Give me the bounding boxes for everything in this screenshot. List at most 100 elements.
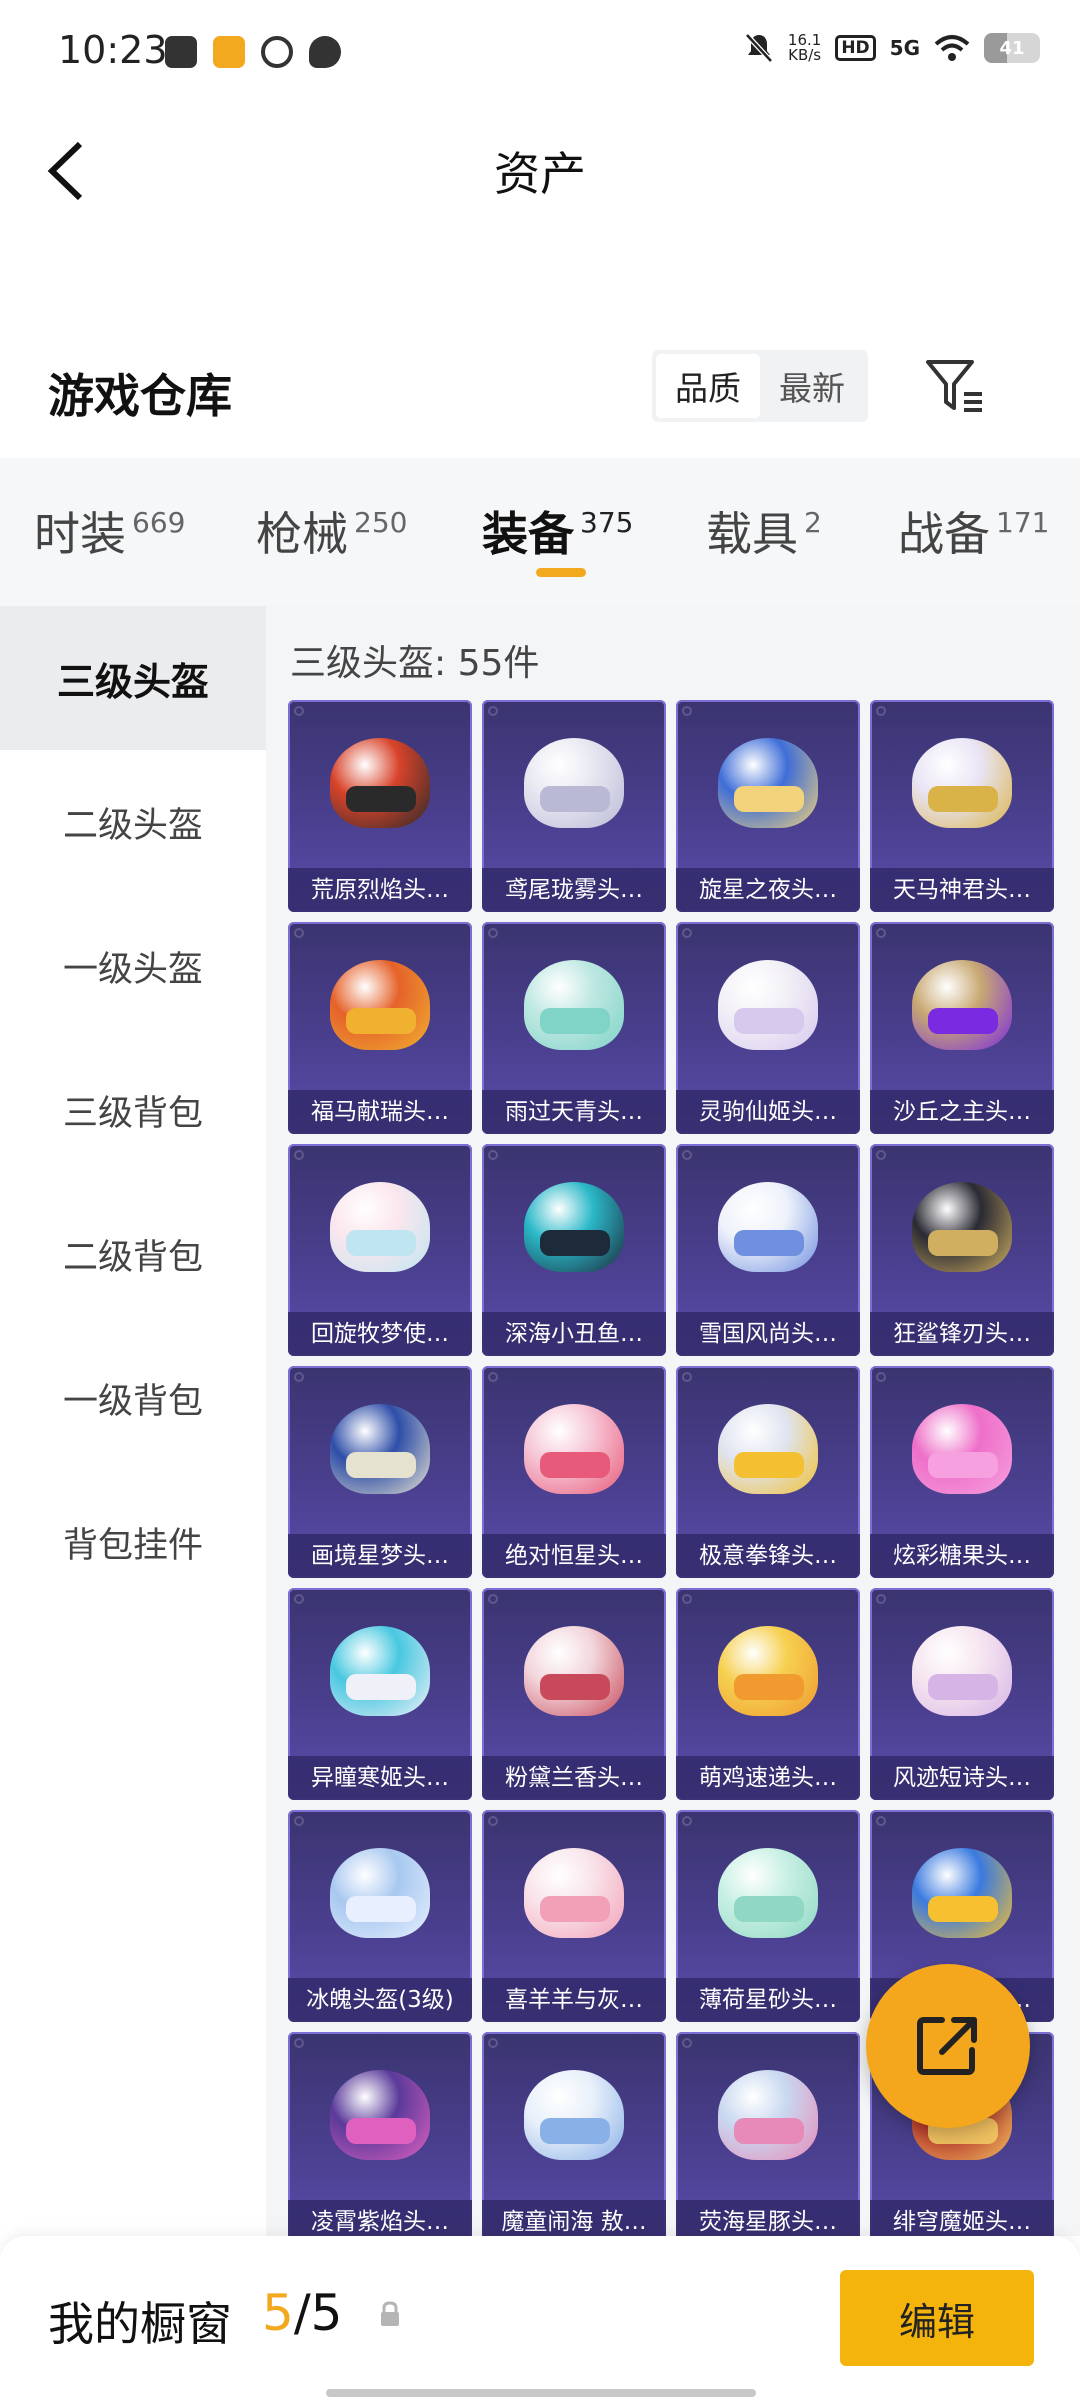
helmet-icon [718, 1404, 818, 1494]
helmet-icon [718, 2070, 818, 2160]
item-card[interactable]: 炫彩糖果头… [870, 1366, 1054, 1578]
tab-vehicles[interactable]: 载具 2 [706, 498, 822, 564]
helmet-icon [718, 1182, 818, 1272]
item-name: 狂鲨锋刃头… [870, 1312, 1054, 1356]
item-name: 冰魄头盔(3级) [288, 1978, 472, 2022]
tab-count: 375 [580, 506, 634, 539]
tab-count: 250 [354, 506, 408, 539]
item-name: 粉黛兰香头… [482, 1756, 666, 1800]
item-card[interactable]: 异瞳寒姬头… [288, 1588, 472, 1800]
sort-newest-option[interactable]: 最新 [760, 354, 864, 418]
item-card[interactable]: 深海小丑鱼… [482, 1144, 666, 1356]
tab-weapons[interactable]: 枪械 250 [256, 498, 407, 564]
item-card[interactable]: 薄荷星砂头… [676, 1810, 860, 2022]
card-corner-decoration [488, 1816, 498, 1826]
item-card[interactable]: 雪国风尚头… [676, 1144, 860, 1356]
tab-count: 171 [996, 506, 1050, 539]
helmet-icon [330, 2070, 430, 2160]
helmet-icon [330, 960, 430, 1050]
tab-supplies[interactable]: 战备 171 [898, 498, 1049, 564]
item-card[interactable]: 画境星梦头… [288, 1366, 472, 1578]
helmet-visor [346, 1230, 416, 1256]
item-card[interactable]: 雨过天青头… [482, 922, 666, 1134]
item-card[interactable]: 风迹短诗头… [870, 1588, 1054, 1800]
item-card[interactable]: 魔童闹海 敖… [482, 2032, 666, 2236]
card-corner-decoration [294, 706, 304, 716]
sidebar-item-level1-backpack[interactable]: 一级背包 [0, 1326, 266, 1470]
item-card[interactable]: 狂鲨锋刃头… [870, 1144, 1054, 1356]
sidebar-item-backpack-charm[interactable]: 背包挂件 [0, 1470, 266, 1614]
card-corner-decoration [294, 1816, 304, 1826]
helmet-icon [524, 1404, 624, 1494]
item-card[interactable]: 冰魄头盔(3级) [288, 1810, 472, 2022]
card-corner-decoration [876, 1150, 886, 1160]
card-corner-decoration [682, 1372, 692, 1382]
status-time: 10:23 [58, 28, 168, 72]
item-card[interactable]: 福马献瑞头… [288, 922, 472, 1134]
item-card[interactable]: 旋星之夜头… [676, 700, 860, 912]
helmet-visor [346, 1674, 416, 1700]
item-card[interactable]: 萌鸡速递头… [676, 1588, 860, 1800]
item-card[interactable]: 鸢尾珑雾头… [482, 700, 666, 912]
item-name: 魔童闹海 敖… [482, 2200, 666, 2236]
helmet-visor [928, 1896, 998, 1922]
item-card[interactable]: 天马神君头… [870, 700, 1054, 912]
card-corner-decoration [876, 928, 886, 938]
sidebar-item-level2-helmet[interactable]: 二级头盔 [0, 750, 266, 894]
sort-quality-option[interactable]: 品质 [656, 354, 760, 418]
tab-equipment[interactable]: 装备 375 [482, 498, 633, 564]
filter-icon[interactable] [924, 356, 986, 416]
helmet-visor [540, 1674, 610, 1700]
helmet-icon [912, 960, 1012, 1050]
helmet-icon [912, 1404, 1012, 1494]
showcase-separator: / [293, 2284, 311, 2342]
net-speed-unit: KB/s [788, 46, 822, 64]
lock-icon [381, 2301, 399, 2326]
helmet-visor [734, 1674, 804, 1700]
item-name: 雪国风尚头… [676, 1312, 860, 1356]
helmet-visor [928, 1230, 998, 1256]
helmet-icon [330, 1626, 430, 1716]
tab-fashion[interactable]: 时装 669 [34, 498, 185, 564]
item-name: 炫彩糖果头… [870, 1534, 1054, 1578]
item-card[interactable]: 沙丘之主头… [870, 922, 1054, 1134]
share-button[interactable] [866, 1964, 1030, 2128]
item-card[interactable]: 荒原烈焰头… [288, 700, 472, 912]
item-name: 薄荷星砂头… [676, 1978, 860, 2022]
signal-5g-icon: 5G [889, 36, 920, 60]
home-indicator[interactable] [326, 2389, 756, 2397]
item-card[interactable]: 凌霄紫焰头… [288, 2032, 472, 2236]
tab-count: 669 [132, 506, 186, 539]
item-card[interactable]: 极意拳锋头… [676, 1366, 860, 1578]
item-card[interactable]: 绝对恒星头… [482, 1366, 666, 1578]
item-card[interactable]: 粉黛兰香头… [482, 1588, 666, 1800]
helmet-icon [330, 1404, 430, 1494]
edit-button[interactable]: 编辑 [840, 2270, 1034, 2366]
active-tab-indicator [536, 568, 586, 577]
card-corner-decoration [682, 1594, 692, 1604]
helmet-icon [524, 1626, 624, 1716]
tab-label: 装备 [482, 507, 574, 561]
sort-toggle: 品质 最新 [652, 350, 868, 422]
item-name: 风迹短诗头… [870, 1756, 1054, 1800]
helmet-visor [540, 786, 610, 812]
item-card[interactable]: 回旋牧梦使… [288, 1144, 472, 1356]
helmet-icon [330, 1848, 430, 1938]
item-count-label: 三级头盔: 55件 [290, 643, 540, 684]
item-card[interactable]: 荧海星豚头… [676, 2032, 860, 2236]
category-tabs: 时装 669 枪械 250 装备 375 载具 2 战备 171 [0, 458, 1080, 606]
showcase-bar: 我的橱窗 5/5 编辑 [0, 2236, 1080, 2400]
card-corner-decoration [488, 1372, 498, 1382]
card-corner-decoration [876, 1372, 886, 1382]
helmet-icon [912, 1182, 1012, 1272]
card-corner-decoration [488, 1150, 498, 1160]
card-corner-decoration [682, 928, 692, 938]
sidebar-item-level2-backpack[interactable]: 二级背包 [0, 1182, 266, 1326]
sidebar-item-level1-helmet[interactable]: 一级头盔 [0, 894, 266, 1038]
item-name: 福马献瑞头… [288, 1090, 472, 1134]
item-card[interactable]: 灵驹仙姬头… [676, 922, 860, 1134]
sidebar-item-level3-backpack[interactable]: 三级背包 [0, 1038, 266, 1182]
item-card[interactable]: 喜羊羊与灰… [482, 1810, 666, 2022]
card-corner-decoration [294, 1150, 304, 1160]
sidebar-item-level3-helmet[interactable]: 三级头盔 [0, 606, 266, 750]
